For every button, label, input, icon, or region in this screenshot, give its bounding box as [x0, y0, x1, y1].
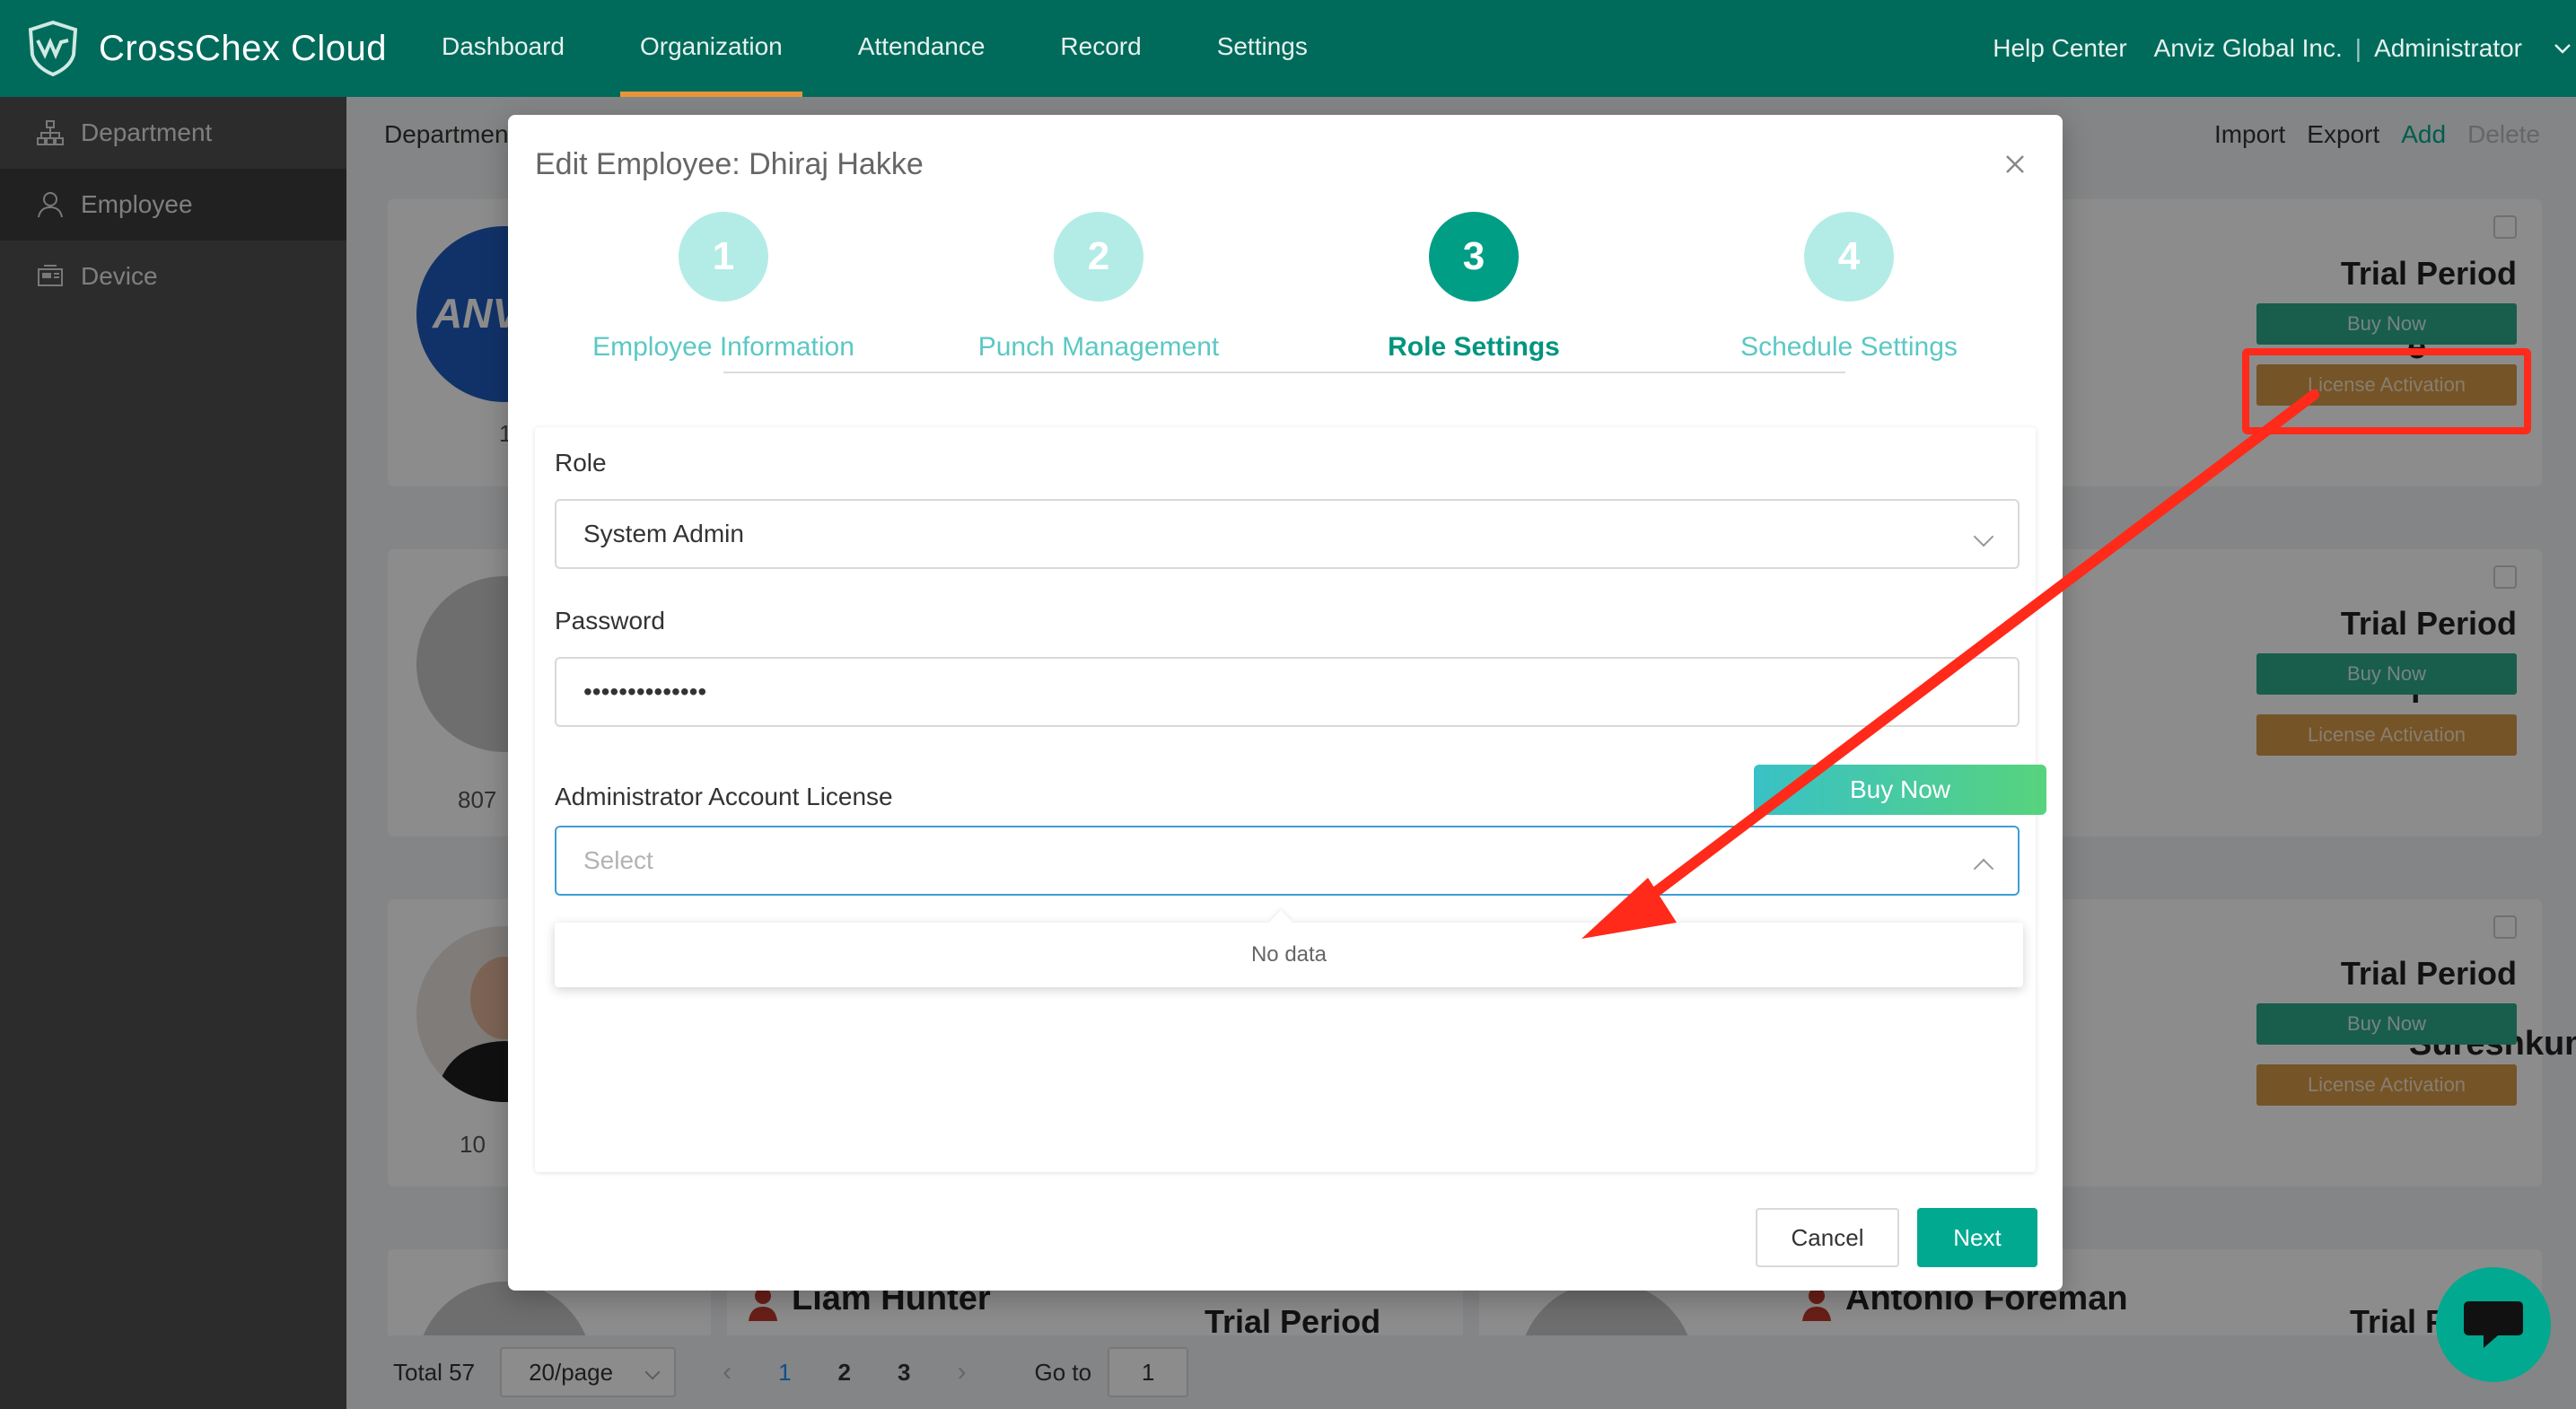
buy-now-button[interactable]: Buy Now	[1754, 765, 2046, 815]
password-input[interactable]: ••••••••••••••	[555, 657, 2020, 727]
user-menu[interactable]: Administrator	[2374, 34, 2522, 63]
modal-title: Edit Employee: Dhiraj Hakke	[535, 147, 924, 181]
chevron-down-icon	[1973, 526, 1994, 547]
next-button[interactable]: Next	[1917, 1208, 2037, 1267]
chat-bubble-icon	[2464, 1301, 2523, 1348]
step-number: 4	[1804, 212, 1894, 302]
chevron-down-icon[interactable]	[2549, 0, 2576, 97]
license-select[interactable]: Select	[555, 826, 2020, 896]
nav-attendance[interactable]: Attendance	[820, 0, 1023, 97]
app-title: CrossChex Cloud	[99, 28, 387, 68]
nav-settings[interactable]: Settings	[1179, 0, 1345, 97]
chat-support-button[interactable]	[2436, 1267, 2551, 1382]
annotation-highlight-box	[2242, 348, 2531, 434]
step-connector	[723, 372, 1845, 373]
top-bar: CrossChex Cloud Dashboard Organization A…	[0, 0, 2576, 97]
user-separator: |	[2354, 34, 2362, 62]
step-number: 1	[679, 212, 768, 302]
role-settings-form: Role System Admin Password •••••••••••••…	[535, 427, 2046, 1172]
step-schedule-settings[interactable]: 4 Schedule Settings	[1625, 212, 2063, 363]
license-label: Administrator Account License	[555, 783, 893, 810]
license-placeholder: Select	[583, 846, 653, 874]
chevron-up-icon	[1973, 858, 1994, 880]
brand[interactable]: CrossChex Cloud	[27, 18, 387, 79]
nav-record[interactable]: Record	[1022, 0, 1178, 97]
cancel-button[interactable]: Cancel	[1756, 1208, 1899, 1267]
role-value: System Admin	[583, 520, 744, 547]
help-center-link[interactable]: Help Center	[1993, 34, 2126, 63]
password-label: Password	[555, 607, 665, 634]
step-label: Schedule Settings	[1740, 332, 1958, 362]
anviz-shield-logo-icon	[28, 21, 78, 76]
license-dropdown: No data	[555, 923, 2023, 987]
step-number: 2	[1054, 212, 1143, 302]
nav-organization[interactable]: Organization	[602, 0, 820, 97]
step-number: 3	[1429, 212, 1519, 302]
top-right-menu: Help Center Anviz Global Inc. | Administ…	[1966, 0, 2576, 97]
role-label: Role	[555, 449, 607, 477]
main-nav: Dashboard Organization Attendance Record…	[404, 0, 1345, 97]
role-select[interactable]: System Admin	[555, 499, 2020, 569]
dropdown-empty-text: No data	[1250, 942, 1327, 967]
close-icon[interactable]	[2002, 151, 2028, 178]
nav-dashboard[interactable]: Dashboard	[404, 0, 602, 97]
company-name[interactable]: Anviz Global Inc.	[2154, 34, 2343, 63]
edit-employee-modal: Edit Employee: Dhiraj Hakke 1 Employee I…	[508, 115, 2063, 1291]
